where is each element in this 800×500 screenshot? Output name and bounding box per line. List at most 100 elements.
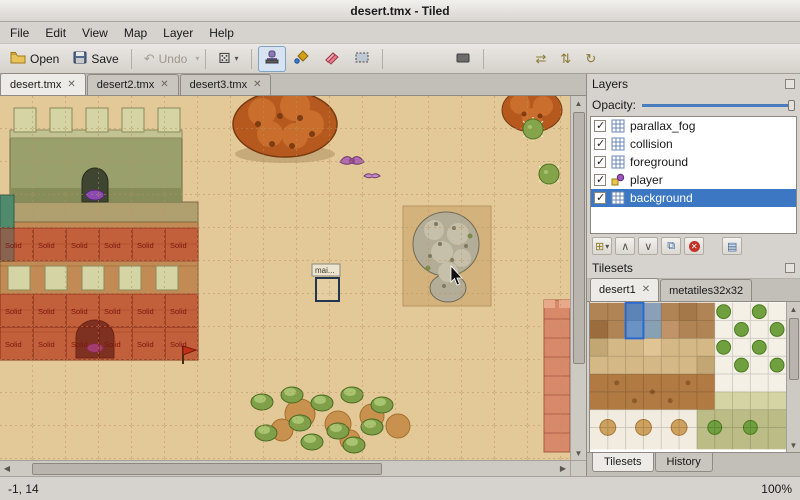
close-icon[interactable]: ✕ [253,80,261,90]
tilesets-panel-header: Tilesets [587,258,800,278]
layer-name: background [630,191,693,205]
open-label: Open [30,51,60,66]
close-icon[interactable]: ✕ [67,79,75,90]
scroll-up-icon[interactable]: ▲ [572,96,586,110]
menu-layer[interactable]: Layer [155,23,201,43]
eraser-tool[interactable] [318,46,346,72]
save-label: Save [91,51,119,66]
menu-map[interactable]: Map [116,23,155,43]
opacity-slider[interactable] [642,98,795,113]
redo-dropdown-icon[interactable]: ▾ [195,54,199,63]
slider-fill [642,103,788,107]
opacity-label: Opacity: [592,98,637,112]
visibility-checkbox[interactable] [594,155,606,169]
add-layer-button[interactable]: ⊞ ▾ [592,237,613,255]
save-button[interactable]: Save [67,47,124,71]
titlebar: desert.tmx - Tiled [0,0,800,22]
tileset-preview[interactable] [590,302,786,450]
toolbar-separator [482,48,484,69]
close-icon[interactable]: ✕ [160,80,168,90]
tileset-tab-label: desert1 [599,284,636,296]
tileset-scrollbar[interactable]: ▲ ▼ [786,302,800,452]
cursor-coordinates: -1, 14 [8,481,39,496]
undo-button[interactable]: ↶ Undo [138,47,194,71]
rectangle-object-tool[interactable] [449,46,477,72]
flip-vertical-button[interactable]: ⇅ [554,47,577,71]
document-tab-bar: desert.tmx ✕ desert2.tmx ✕ desert3.tmx ✕ [0,73,586,96]
tab-label: desert3.tmx [189,79,248,91]
menu-view[interactable]: View [74,23,116,43]
canvas-vertical-scrollbar[interactable]: ▲ ▼ [570,96,586,460]
float-panel-icon[interactable] [785,263,795,273]
dock-tab-label: History [666,456,701,468]
canvas-area: Solid Solid Solid Solid Solid Solid Soli… [0,96,586,460]
map-canvas[interactable]: Solid Solid Solid Solid Solid Solid Soli… [0,96,570,460]
scroll-up-icon[interactable]: ▲ [787,302,800,316]
rectangular-select-tool[interactable] [348,46,376,72]
eraser-icon [324,50,340,68]
tileset-tab-metatiles32x32[interactable]: metatiles32x32 [660,279,753,301]
tab-label: desert2.tmx [96,79,155,91]
lower-layer-button[interactable]: ∨ [638,237,659,255]
layer-row-foreground[interactable]: foreground [591,153,796,171]
tab-desert2-tmx[interactable]: desert2.tmx ✕ [86,74,179,95]
visibility-checkbox[interactable] [594,137,606,151]
bucket-fill-tool[interactable] [288,46,316,72]
layers-panel-header: Layers [587,74,800,94]
tileset-tab-desert1[interactable]: desert1 ✕ [590,278,660,301]
stamp-brush-tool[interactable] [257,45,286,72]
canvas-horizontal-scrollbar[interactable]: ◀ ▶ [0,460,570,476]
scrollbar-thumb[interactable] [32,462,382,475]
layer-name: parallax_fog [630,119,696,133]
undo-label: Undo [158,51,188,66]
scrollbar-corner [570,460,586,476]
tile-grid [0,96,570,460]
dock-tab-tilesets[interactable]: Tilesets [592,453,654,472]
undo-arrow-icon: ↶ [143,50,155,66]
random-mode-button[interactable]: ⚄ ▾ [212,46,244,71]
tab-desert3-tmx[interactable]: desert3.tmx ✕ [179,74,272,95]
close-icon[interactable]: ✕ [642,285,650,295]
scrollbar-track[interactable] [572,110,586,446]
toolbar-separator [381,48,383,69]
scrollbar-thumb[interactable] [788,318,799,380]
layer-row-player[interactable]: player [591,171,796,189]
layer-row-parallax-fog[interactable]: parallax_fog [591,117,796,135]
scrollbar-thumb[interactable] [572,112,585,364]
selected-tile-highlight [624,302,645,340]
menu-edit[interactable]: Edit [37,23,74,43]
scroll-down-icon[interactable]: ▼ [572,446,586,460]
layer-properties-button[interactable]: ▤ [722,237,743,255]
flip-horizontal-button[interactable]: ⇄ [530,47,553,71]
visibility-checkbox[interactable] [594,173,606,187]
slider-handle[interactable] [788,99,795,111]
rotate-button[interactable]: ↻ [579,47,602,71]
layer-row-background[interactable]: background [591,189,796,207]
layer-row-collision[interactable]: collision [591,135,796,153]
scroll-down-icon[interactable]: ▼ [787,438,800,452]
right-dock: Layers Opacity: parallax_fog [586,74,800,476]
scroll-left-icon[interactable]: ◀ [0,462,14,476]
raise-layer-button[interactable]: ∧ [615,237,636,255]
window-title: desert.tmx - Tiled [350,3,450,18]
delete-icon: ✕ [688,240,700,252]
visibility-checkbox[interactable] [594,119,606,133]
dock-tab-history[interactable]: History [654,453,713,472]
menu-help[interactable]: Help [201,23,242,43]
tile-layer-icon [611,155,625,169]
duplicate-icon: ⧉ [667,239,676,252]
tab-desert-tmx[interactable]: desert.tmx ✕ [0,73,86,95]
menu-file[interactable]: File [2,23,37,43]
float-panel-icon[interactable] [785,79,795,89]
scroll-right-icon[interactable]: ▶ [556,462,570,476]
scrollbar-track[interactable] [14,462,556,476]
open-button[interactable]: Open [4,47,65,71]
hscroll-row: ◀ ▶ [0,460,586,476]
chevron-down-icon: ▾ [605,241,610,251]
open-folder-icon [10,51,26,67]
dice-icon: ⚄ [218,50,231,66]
remove-layer-button[interactable]: ✕ [684,237,705,255]
visibility-checkbox[interactable] [594,191,606,205]
duplicate-layer-button[interactable]: ⧉ [661,237,682,255]
bucket-icon [293,49,310,68]
